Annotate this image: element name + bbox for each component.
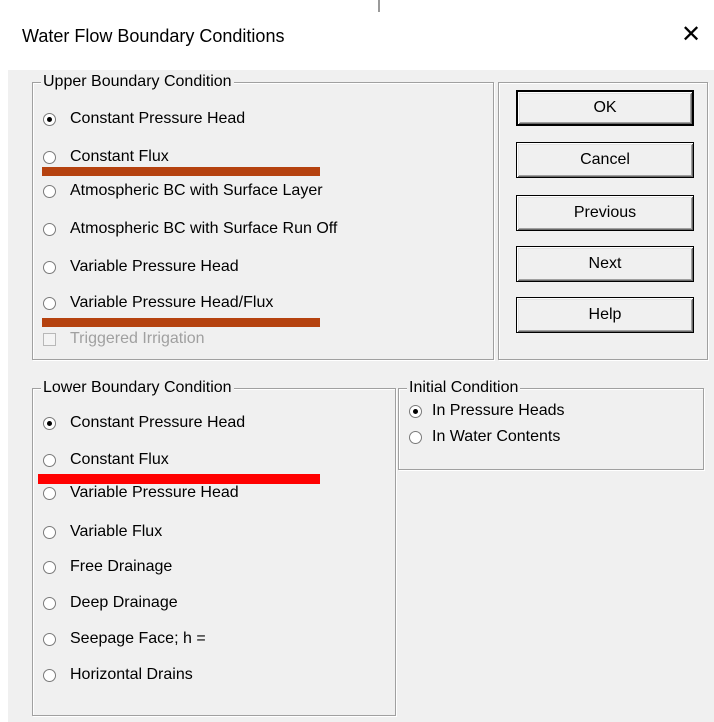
radio-icon[interactable]: [43, 525, 56, 539]
lower-option-constant-flux[interactable]: Constant Flux: [43, 448, 169, 472]
lower-option-seepage-face[interactable]: Seepage Face; h =: [43, 627, 206, 651]
option-label: Deep Drainage: [70, 594, 178, 611]
option-label: Constant Pressure Head: [70, 110, 246, 127]
radio-icon[interactable]: [43, 486, 56, 500]
radio-icon[interactable]: [43, 668, 56, 682]
option-label: Variable Pressure Head: [70, 484, 239, 501]
annotation-underline-upper-variable-pressure-head-flux: [42, 318, 320, 327]
upper-option-variable-pressure-head[interactable]: Variable Pressure Head: [43, 255, 239, 279]
radio-icon[interactable]: [409, 404, 422, 418]
radio-icon[interactable]: [43, 260, 56, 274]
radio-icon[interactable]: [43, 632, 56, 646]
radio-icon[interactable]: [43, 596, 56, 610]
option-label: In Water Contents: [432, 428, 561, 445]
option-label: Atmospheric BC with Surface Run Off: [70, 220, 338, 237]
background-edge: [378, 0, 380, 12]
radio-icon[interactable]: [43, 416, 56, 430]
lower-option-constant-pressure-head[interactable]: Constant Pressure Head: [43, 411, 245, 435]
checkbox-label: Triggered Irrigation: [70, 330, 205, 347]
option-label: Variable Pressure Head: [70, 258, 239, 275]
upper-option-variable-pressure-head-flux[interactable]: Variable Pressure Head/Flux: [43, 291, 273, 315]
upper-boundary-legend: Upper Boundary Condition: [41, 72, 234, 92]
upper-option-constant-flux[interactable]: Constant Flux: [43, 145, 169, 169]
lower-option-deep-drainage[interactable]: Deep Drainage: [43, 591, 178, 615]
triggered-irrigation-checkbox[interactable]: Triggered Irrigation: [43, 327, 205, 351]
radio-icon[interactable]: [43, 560, 56, 574]
option-label: Variable Pressure Head/Flux: [70, 294, 274, 311]
radio-icon[interactable]: [43, 112, 56, 126]
lower-option-horizontal-drains[interactable]: Horizontal Drains: [43, 663, 193, 687]
option-label: In Pressure Heads: [432, 402, 565, 419]
lower-boundary-group: Lower Boundary Condition Constant Pressu…: [32, 378, 396, 716]
upper-option-atmospheric-surface-runoff[interactable]: Atmospheric BC with Surface Run Off: [43, 217, 337, 241]
radio-icon[interactable]: [43, 296, 56, 310]
option-label: Seepage Face; h =: [70, 630, 206, 647]
lower-option-variable-pressure-head[interactable]: Variable Pressure Head: [43, 481, 239, 505]
radio-icon[interactable]: [409, 430, 422, 444]
option-label: Constant Flux: [70, 148, 169, 165]
cancel-button[interactable]: Cancel: [516, 142, 694, 178]
option-label: Constant Flux: [70, 451, 169, 468]
window-title: Water Flow Boundary Conditions: [22, 26, 285, 46]
annotation-underline-upper-constant-flux: [42, 167, 320, 176]
annotation-underline-lower-constant-flux: [38, 474, 320, 484]
previous-button[interactable]: Previous: [516, 195, 694, 231]
option-label: Free Drainage: [70, 558, 173, 575]
radio-icon[interactable]: [43, 150, 56, 164]
close-icon[interactable]: ✕: [678, 22, 704, 48]
upper-option-atmospheric-surface-layer[interactable]: Atmospheric BC with Surface Layer: [43, 179, 323, 203]
radio-icon[interactable]: [43, 453, 56, 467]
checkbox-icon[interactable]: [43, 332, 56, 346]
upper-option-constant-pressure-head[interactable]: Constant Pressure Head: [43, 107, 245, 131]
lower-boundary-legend: Lower Boundary Condition: [41, 378, 234, 398]
option-label: Horizontal Drains: [70, 666, 193, 683]
next-button[interactable]: Next: [516, 246, 694, 282]
initial-option-pressure-heads[interactable]: In Pressure Heads: [409, 399, 565, 423]
lower-option-variable-flux[interactable]: Variable Flux: [43, 520, 162, 544]
option-label: Variable Flux: [70, 523, 163, 540]
lower-option-free-drainage[interactable]: Free Drainage: [43, 555, 172, 579]
option-label: Constant Pressure Head: [70, 414, 246, 431]
help-button[interactable]: Help: [516, 297, 694, 333]
ok-button[interactable]: OK: [516, 90, 694, 126]
initial-option-water-contents[interactable]: In Water Contents: [409, 425, 560, 449]
title-bar: Water Flow Boundary Conditions ✕: [0, 0, 714, 70]
initial-condition-group: Initial Condition In Pressure Heads In W…: [398, 378, 704, 470]
option-label: Atmospheric BC with Surface Layer: [70, 182, 323, 199]
radio-icon[interactable]: [43, 222, 56, 236]
radio-icon[interactable]: [43, 184, 56, 198]
initial-condition-legend: Initial Condition: [407, 378, 521, 398]
